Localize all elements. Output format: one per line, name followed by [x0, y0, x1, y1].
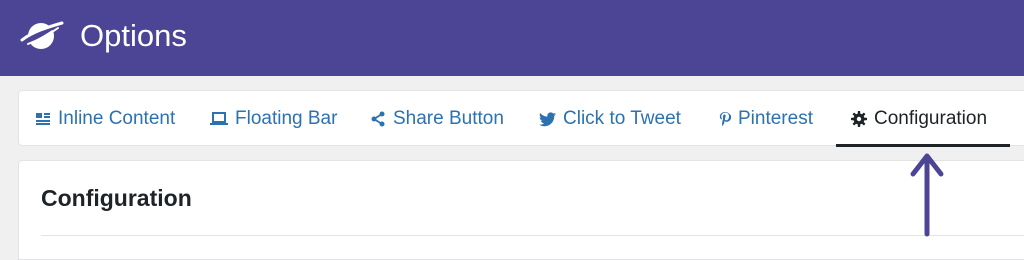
- planet-swirl-logo: [20, 21, 64, 49]
- tab-configuration[interactable]: Configuration: [851, 91, 987, 147]
- tab-label: Inline Content: [58, 108, 176, 129]
- active-tab-indicator: [836, 144, 1010, 147]
- panel-title: Configuration: [41, 185, 192, 211]
- tab-inline-content[interactable]: Inline Content: [35, 91, 175, 147]
- tab-label: Floating Bar: [235, 108, 338, 129]
- page-title: Options: [80, 18, 187, 53]
- laptop-icon: [210, 112, 228, 126]
- pinterest-icon: [719, 111, 731, 127]
- tab-label: Click to Tweet: [563, 108, 681, 129]
- divider: [41, 235, 1024, 236]
- tab-label: Pinterest: [738, 108, 813, 129]
- tab-label: Configuration: [874, 108, 988, 129]
- twitter-bird-icon: [539, 111, 556, 127]
- tab-pinterest[interactable]: Pinterest: [719, 91, 813, 147]
- inline-content-icon: [35, 112, 51, 126]
- tab-floating-bar[interactable]: Floating Bar: [210, 91, 337, 147]
- tab-share-button[interactable]: Share Button: [370, 91, 504, 147]
- tab-label: Share Button: [393, 108, 504, 129]
- arrow-up-icon: [910, 153, 944, 237]
- app-header: Options: [0, 0, 1024, 76]
- gear-icon: [851, 111, 867, 127]
- tab-bar: Inline Content Floating Bar Share Button: [18, 90, 1024, 147]
- tab-click-to-tweet[interactable]: Click to Tweet: [539, 91, 681, 147]
- configuration-panel: Configuration: [18, 160, 1024, 260]
- share-icon: [370, 111, 386, 127]
